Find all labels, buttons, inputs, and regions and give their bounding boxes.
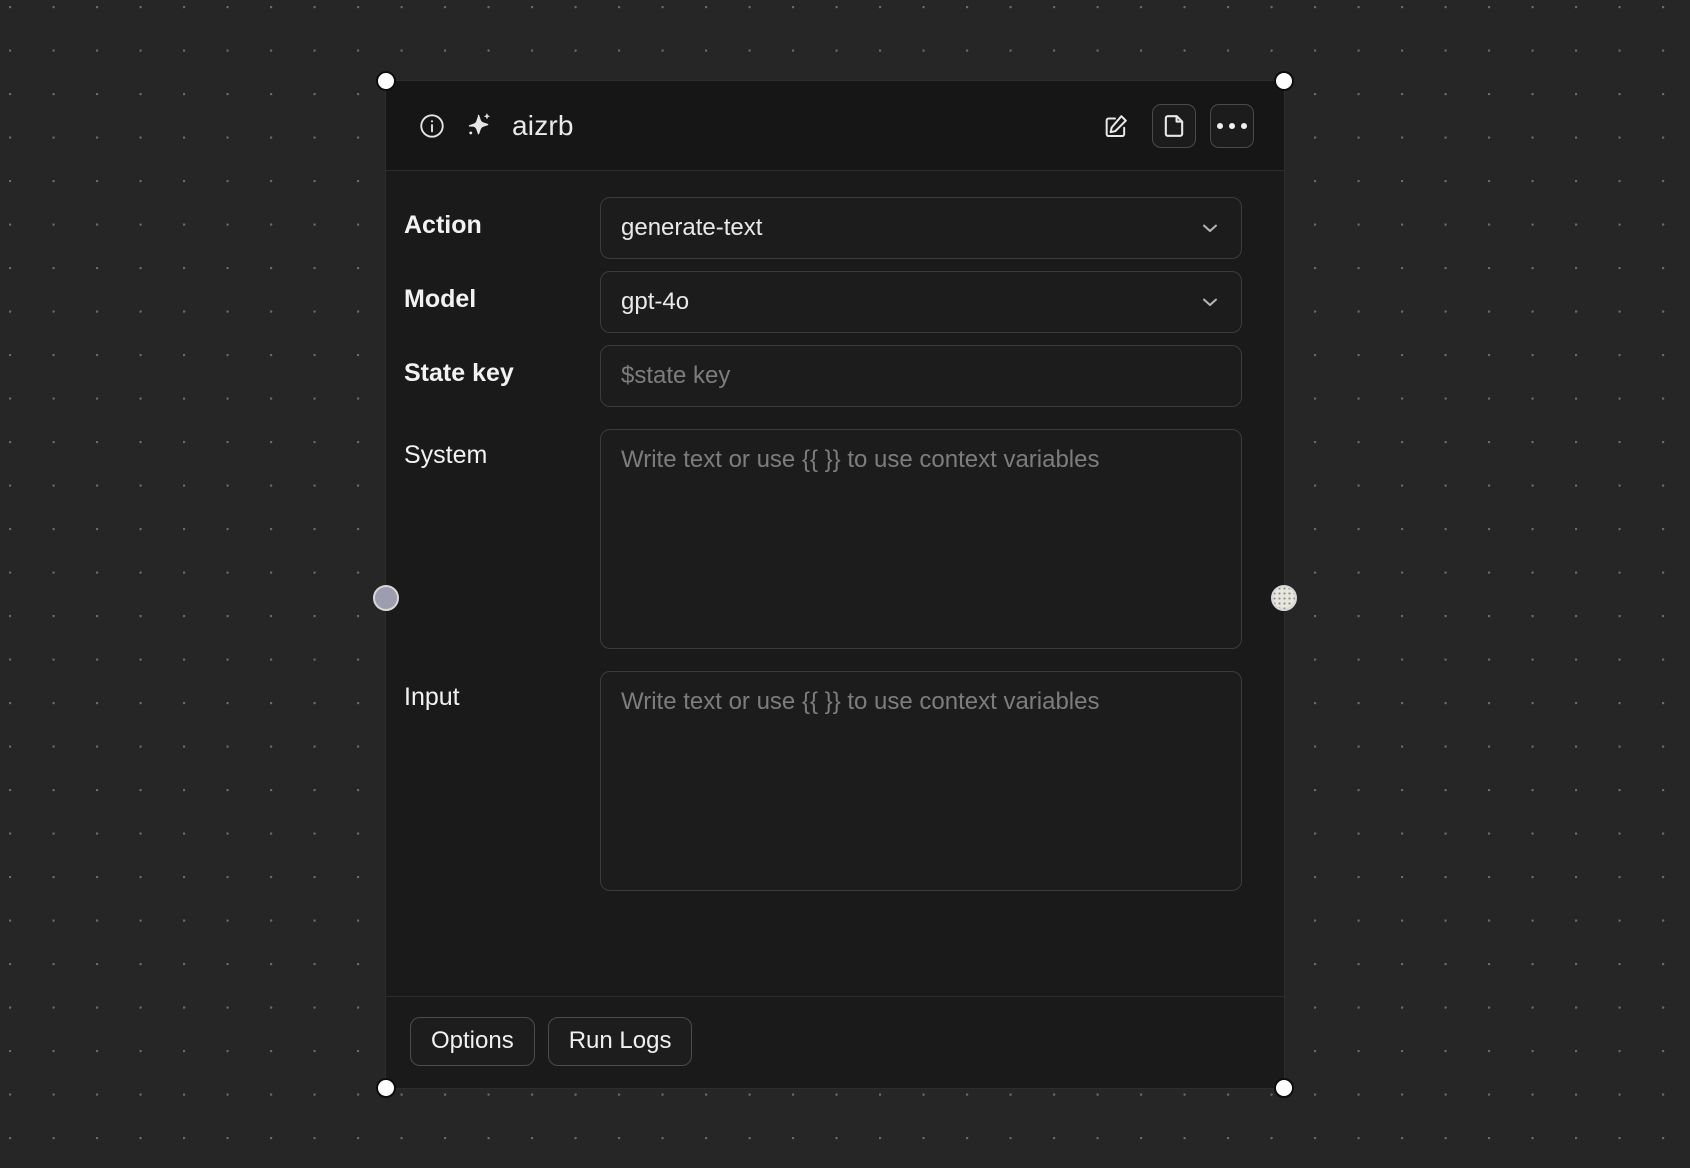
field-control-state-key: $state key [600, 345, 1242, 407]
state-key-input[interactable]: $state key [600, 345, 1242, 407]
node-title: aizrb [512, 109, 574, 141]
file-button[interactable] [1152, 103, 1196, 148]
more-options-button[interactable] [1210, 103, 1254, 148]
node-body: Action generate-text Model gpt-4o State … [386, 171, 1284, 996]
node-card: aizrb Action generate-text Model gpt-4o … [386, 81, 1284, 1088]
field-row-action: Action generate-text [404, 197, 1242, 259]
resize-handle-bottom-left[interactable] [376, 1078, 396, 1098]
field-control-input: Write text or use {{ }} to use context v… [600, 671, 1242, 891]
options-button[interactable]: Options [410, 1017, 535, 1066]
resize-handle-top-left[interactable] [376, 71, 396, 91]
model-select-value: gpt-4o [621, 288, 690, 315]
node-header[interactable]: aizrb [386, 81, 1284, 171]
node-footer: Options Run Logs [386, 996, 1284, 1088]
field-label-state-key: State key [404, 359, 514, 387]
field-label-action: Action [404, 211, 482, 239]
model-select[interactable]: gpt-4o [600, 271, 1242, 333]
field-label-input: Input [404, 683, 460, 711]
node-header-actions [1094, 103, 1254, 148]
system-textarea[interactable]: Write text or use {{ }} to use context v… [600, 429, 1242, 649]
field-row-model: Model gpt-4o [404, 271, 1242, 333]
field-row-input: Input Write text or use {{ }} to use con… [404, 671, 1242, 891]
workflow-node[interactable]: aizrb Action generate-text Model gpt-4o … [373, 71, 1297, 1098]
resize-handle-bottom-right[interactable] [1274, 1078, 1294, 1098]
field-control-model: gpt-4o [600, 271, 1242, 333]
input-placeholder: Write text or use {{ }} to use context v… [621, 688, 1100, 715]
output-port-handle[interactable] [1271, 585, 1297, 611]
action-select[interactable]: generate-text [600, 197, 1242, 259]
node-header-left: aizrb [418, 110, 1094, 142]
field-label-model: Model [404, 285, 477, 313]
run-logs-button[interactable]: Run Logs [547, 1017, 693, 1066]
info-circle-icon[interactable] [418, 112, 446, 140]
input-textarea[interactable]: Write text or use {{ }} to use context v… [600, 671, 1242, 891]
field-row-state-key: State key $state key [404, 345, 1242, 407]
ellipsis-icon [1217, 122, 1247, 129]
state-key-placeholder: $state key [621, 362, 731, 389]
action-select-value: generate-text [621, 214, 763, 241]
field-control-system: Write text or use {{ }} to use context v… [600, 429, 1242, 649]
file-icon [1164, 114, 1184, 137]
edit-button[interactable] [1094, 104, 1138, 148]
system-placeholder: Write text or use {{ }} to use context v… [621, 446, 1100, 473]
chevron-down-icon [1197, 215, 1223, 241]
field-label-system: System [404, 441, 488, 469]
field-control-action: generate-text [600, 197, 1242, 259]
chevron-down-icon [1197, 289, 1223, 315]
sparkle-icon [464, 111, 494, 141]
pencil-square-icon [1105, 114, 1127, 137]
resize-handle-top-right[interactable] [1274, 71, 1294, 91]
input-port-handle[interactable] [373, 585, 399, 611]
field-row-system: System Write text or use {{ }} to use co… [404, 429, 1242, 649]
